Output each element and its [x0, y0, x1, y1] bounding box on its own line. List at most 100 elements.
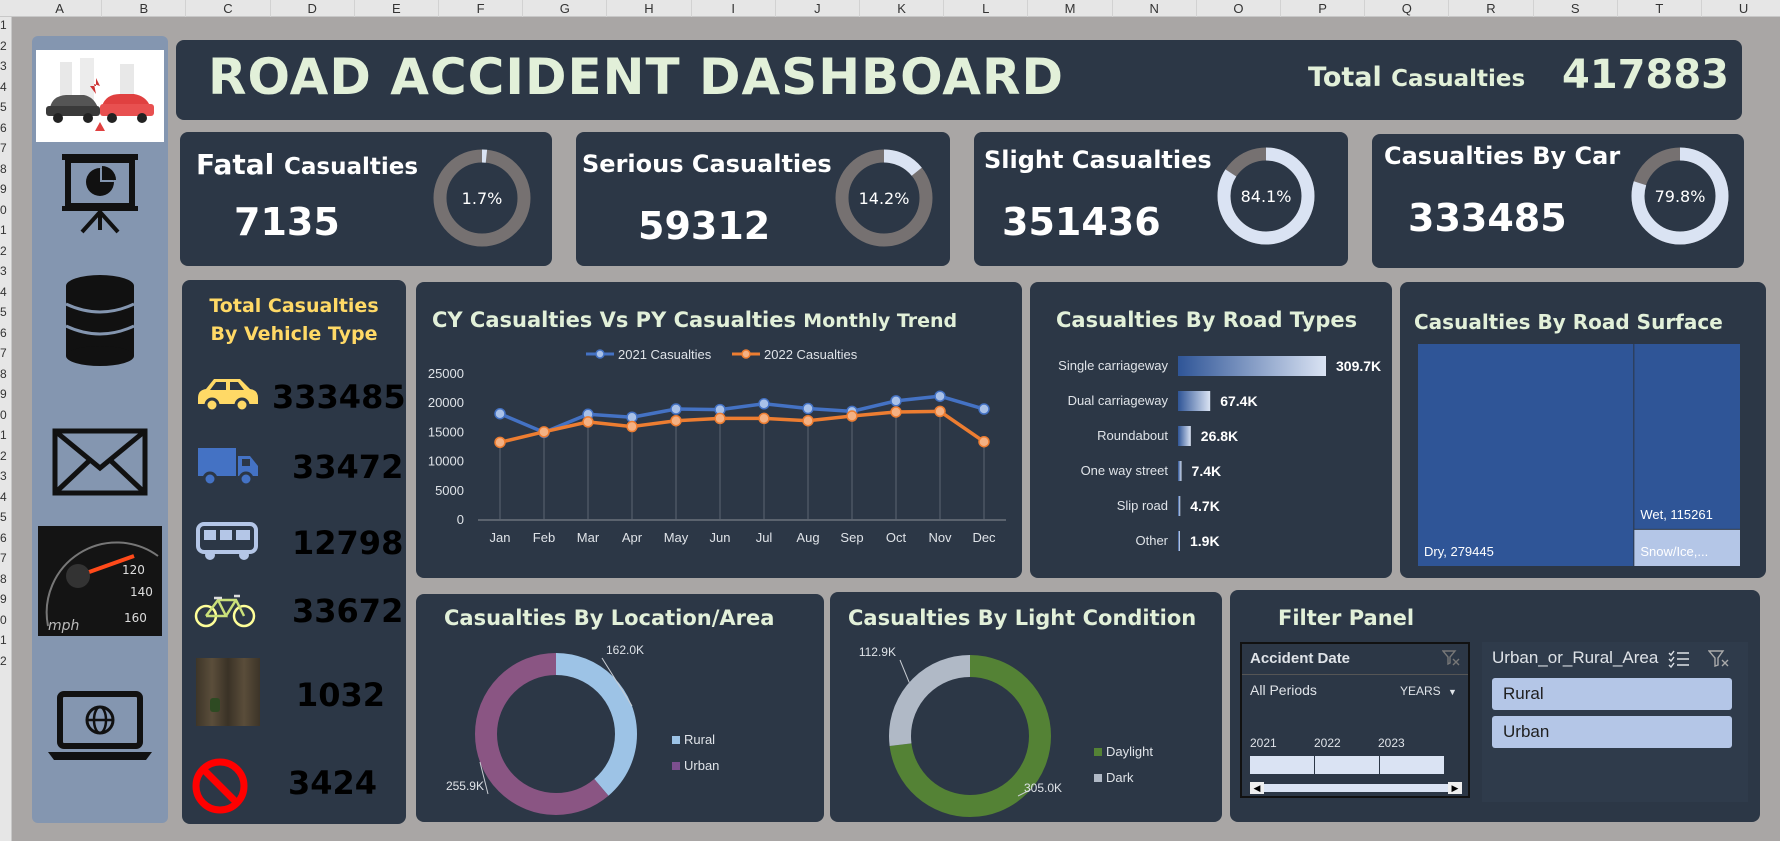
- bicycle-icon: [194, 594, 256, 628]
- accident-date-slicer[interactable]: Accident Date All Periods YEARS ▼ 2021 2…: [1240, 642, 1470, 798]
- donut-percent-label: 79.8%: [1655, 187, 1706, 206]
- column-header-I[interactable]: I: [692, 0, 776, 17]
- timeline-year-2021[interactable]: 2021: [1250, 736, 1277, 750]
- row-header-cell[interactable]: 2: [0, 449, 11, 463]
- row-header-cell[interactable]: 2: [0, 244, 11, 258]
- treemap-label-wet: Wet, 115261: [1640, 507, 1713, 522]
- row-header-cell[interactable]: 9: [0, 387, 11, 401]
- legend-swatch: [672, 762, 680, 770]
- column-header-O[interactable]: O: [1197, 0, 1281, 17]
- dashboard-title: ROAD ACCIDENT DASHBOARD: [208, 48, 1065, 106]
- row-header-cell[interactable]: 1: [0, 223, 11, 237]
- mail-icon[interactable]: [52, 426, 148, 498]
- row-header-cell[interactable]: 3: [0, 469, 11, 483]
- area-slicer[interactable]: Urban_or_Rural_Area Rural Urban: [1482, 642, 1748, 802]
- row-header-cell[interactable]: 3: [0, 59, 11, 73]
- row-header-cell[interactable]: 2: [0, 654, 11, 668]
- column-header-M[interactable]: M: [1028, 0, 1113, 17]
- row-header-cell[interactable]: 7: [0, 141, 11, 155]
- row-header-cell[interactable]: 6: [0, 326, 11, 340]
- data-point: [802, 414, 814, 427]
- row-header-cell[interactable]: 7: [0, 551, 11, 565]
- bar: [1178, 461, 1182, 481]
- timeline-bar-2021[interactable]: [1250, 756, 1314, 774]
- column-header-S[interactable]: S: [1534, 0, 1618, 17]
- vehicle-title-line2: By Vehicle Type: [210, 323, 378, 345]
- clear-filter-icon[interactable]: [1708, 650, 1730, 668]
- row-header-cell[interactable]: 5: [0, 305, 11, 319]
- column-header-D[interactable]: D: [271, 0, 355, 17]
- road-surface-treemap: Dry, 279445 Wet, 115261 Snow/Ice,...: [1418, 344, 1740, 566]
- data-label: 1.9K: [1190, 533, 1220, 549]
- column-header-J[interactable]: J: [776, 0, 860, 17]
- timeline-bar-2023[interactable]: [1380, 756, 1444, 774]
- timeline-year-2023[interactable]: 2023: [1378, 736, 1405, 750]
- row-header-cell[interactable]: 9: [0, 182, 11, 196]
- scroll-right-icon[interactable]: ▶: [1448, 782, 1462, 794]
- row-header-cell[interactable]: 4: [0, 490, 11, 504]
- row-header-cell[interactable]: 1: [0, 18, 11, 32]
- area-option-urban[interactable]: Urban: [1492, 716, 1732, 748]
- presentation-chart-icon[interactable]: [52, 144, 148, 240]
- row-header-cell[interactable]: 4: [0, 80, 11, 94]
- column-header-F[interactable]: F: [439, 0, 524, 17]
- date-unit-dropdown[interactable]: YEARS ▼: [1400, 684, 1457, 698]
- column-header-B[interactable]: B: [102, 0, 187, 17]
- x-tick-label: May: [664, 530, 689, 545]
- multi-select-icon[interactable]: [1668, 650, 1690, 668]
- monthly-trend-chart: 0 5000 10000 15000 20000 25000 Jan Feb Mar Apr May…: [428, 347, 1006, 545]
- column-header-E[interactable]: E: [355, 0, 439, 17]
- row-header-cell[interactable]: 8: [0, 367, 11, 381]
- row-header-cell[interactable]: 1: [0, 428, 11, 442]
- scroll-left-icon[interactable]: ◀: [1250, 782, 1264, 794]
- road-types-chart: Single carriageway 309.7K Dual carriageway…: [1058, 356, 1381, 551]
- laptop-globe-icon[interactable]: [40, 686, 160, 766]
- row-header-cell[interactable]: 6: [0, 531, 11, 545]
- column-header-U[interactable]: U: [1702, 0, 1780, 17]
- kpi-donut-car: 79.8%: [1631, 147, 1729, 245]
- column-header-C[interactable]: C: [186, 0, 271, 17]
- column-header-L[interactable]: L: [944, 0, 1029, 17]
- column-header-R[interactable]: R: [1449, 0, 1534, 17]
- row-header-cell[interactable]: 0: [0, 408, 11, 422]
- row-header-cell[interactable]: 5: [0, 100, 11, 114]
- column-header-K[interactable]: K: [860, 0, 945, 17]
- data-point: [846, 410, 858, 422]
- data-point: [934, 390, 946, 402]
- row-header-cell[interactable]: 0: [0, 613, 11, 627]
- column-header-H[interactable]: H: [607, 0, 692, 17]
- column-header-Q[interactable]: Q: [1365, 0, 1450, 17]
- timeline-bar-2022[interactable]: [1315, 756, 1379, 774]
- vehicle-value-car: 333485: [272, 378, 406, 416]
- car-crash-image[interactable]: [36, 50, 164, 142]
- column-header-T[interactable]: T: [1618, 0, 1702, 17]
- row-header-cell[interactable]: 9: [0, 592, 11, 606]
- row-header-cell[interactable]: 1: [0, 633, 11, 647]
- x-tick-label: Dec: [972, 530, 996, 545]
- total-casualties-value: 417883: [1562, 52, 1729, 98]
- area-option-rural[interactable]: Rural: [1492, 678, 1732, 710]
- kpi-donut-fatal: 1.7%: [433, 149, 531, 247]
- row-header-cell[interactable]: 7: [0, 346, 11, 360]
- road-types-card: Casualties By Road Types Single carriage…: [1030, 282, 1392, 578]
- row-header-cell[interactable]: 3: [0, 264, 11, 278]
- clear-filter-icon[interactable]: [1442, 650, 1460, 666]
- data-label: 67.4K: [1220, 393, 1257, 409]
- timeline-scrollbar[interactable]: [1250, 784, 1460, 792]
- row-header-cell[interactable]: 6: [0, 121, 11, 135]
- category-label: Slip road: [1117, 498, 1168, 513]
- column-header-P[interactable]: P: [1281, 0, 1366, 17]
- kpi-value-fatal: 7135: [234, 200, 340, 244]
- column-header-A[interactable]: A: [18, 0, 103, 17]
- row-header-cell[interactable]: 0: [0, 203, 11, 217]
- row-header-cell[interactable]: 5: [0, 510, 11, 524]
- speedometer-image[interactable]: 120 140 160 mph: [38, 526, 162, 636]
- column-header-N[interactable]: N: [1113, 0, 1197, 17]
- column-header-G[interactable]: G: [523, 0, 608, 17]
- row-header-cell[interactable]: 8: [0, 572, 11, 586]
- timeline-year-2022[interactable]: 2022: [1314, 736, 1341, 750]
- row-header-cell[interactable]: 8: [0, 162, 11, 176]
- row-header-cell[interactable]: 4: [0, 285, 11, 299]
- database-icon[interactable]: [52, 272, 148, 368]
- row-header-cell[interactable]: 2: [0, 39, 11, 53]
